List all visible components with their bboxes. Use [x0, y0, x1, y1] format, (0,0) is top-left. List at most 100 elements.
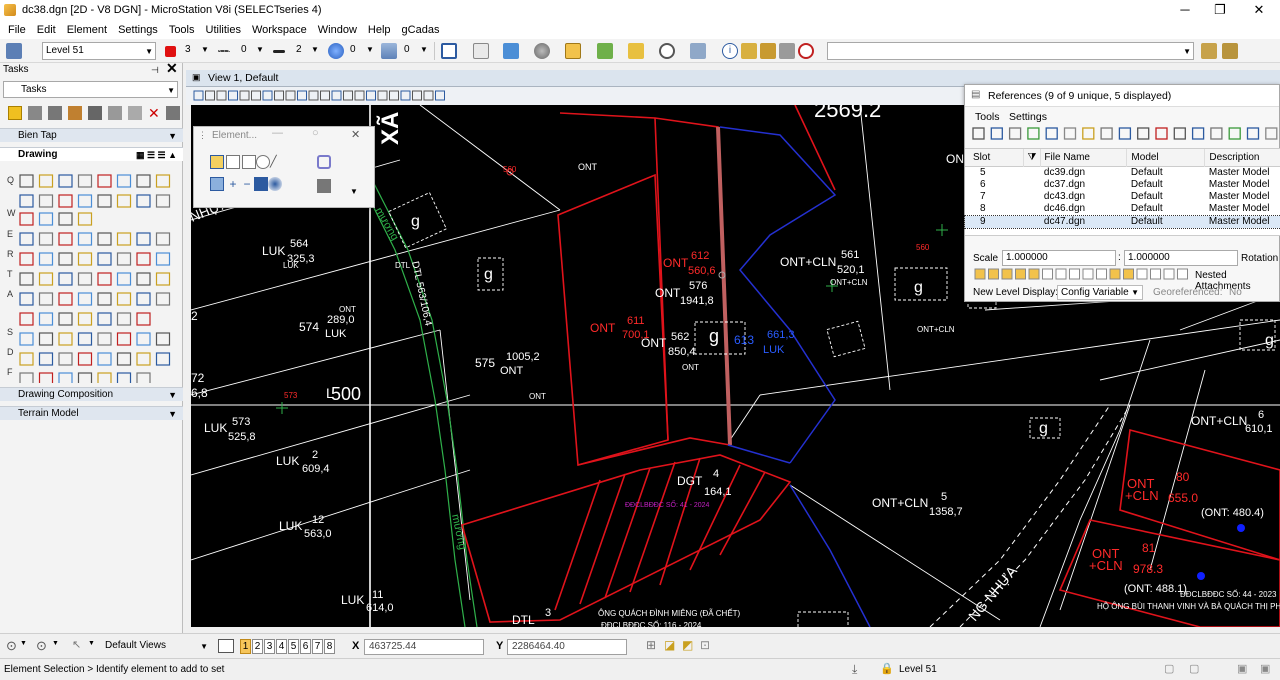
reference-tool-icon[interactable] — [1265, 127, 1278, 140]
drawing-tool-icon[interactable] — [58, 352, 73, 366]
minimize-icon[interactable]: — — [272, 127, 283, 139]
drawing-tool-icon[interactable] — [97, 352, 112, 366]
drawing-tool-icon[interactable] — [58, 312, 73, 326]
display-flag-icon[interactable] — [974, 268, 986, 280]
drawing-tool-icon[interactable] — [58, 174, 73, 188]
view-control-icon[interactable] — [274, 90, 284, 101]
element-selection-tool[interactable] — [8, 106, 22, 120]
view-control-icon[interactable] — [239, 90, 250, 101]
drawing-tool-icon[interactable] — [38, 212, 54, 226]
display-flag-icon[interactable] — [1163, 268, 1175, 280]
menu-window[interactable]: Window — [318, 24, 357, 36]
fence-tool[interactable] — [210, 177, 224, 191]
drawing-tool-icon[interactable] — [38, 232, 54, 246]
measure-icon[interactable] — [690, 43, 706, 59]
drawing-tool-icon[interactable] — [77, 372, 93, 383]
reference-tool-icon[interactable] — [1137, 127, 1150, 140]
reference-tool-icon[interactable] — [1191, 127, 1205, 140]
status-icon-a[interactable]: ▢ — [1164, 662, 1174, 675]
section-drawing[interactable]: Drawing ▦ ☰ ☰ ▲ — [0, 147, 183, 161]
zoom-icon[interactable] — [659, 43, 675, 59]
reference-tool-icon[interactable] — [1100, 127, 1113, 140]
view-groups-icon[interactable] — [218, 639, 234, 653]
menu-help[interactable]: Help — [368, 24, 391, 36]
view-control-icon[interactable] — [331, 90, 342, 101]
drawing-tool-icon[interactable] — [19, 212, 34, 226]
y-coordinate-field[interactable]: 2286464.40 — [507, 639, 627, 655]
drawing-tool-icon[interactable] — [19, 174, 34, 188]
stop-tool[interactable] — [317, 155, 331, 169]
drawing-tool-icon[interactable] — [136, 292, 151, 306]
drawing-tool-icon[interactable] — [77, 212, 93, 226]
menu-edit[interactable]: Edit — [37, 24, 56, 36]
chevron-down-icon[interactable]: ▼ — [311, 45, 319, 54]
x-coordinate-field[interactable]: 463725.44 — [364, 639, 484, 655]
display-flag-icon[interactable] — [1150, 268, 1161, 280]
view-control-icon[interactable] — [412, 90, 422, 101]
drawing-tool-icon[interactable] — [116, 372, 132, 383]
drawing-tool-icon[interactable] — [58, 232, 73, 246]
reference-tool-icon[interactable] — [990, 127, 1003, 140]
status-icon-c[interactable]: ▣ — [1237, 662, 1247, 675]
pointer-tool[interactable] — [317, 179, 331, 193]
drawing-tool-icon[interactable] — [136, 252, 151, 266]
view-control-icon[interactable] — [400, 90, 411, 101]
view-control-icon[interactable] — [320, 90, 330, 101]
tool-icon-c[interactable] — [779, 43, 795, 59]
drawing-tool-icon[interactable] — [97, 292, 112, 306]
menu-file[interactable]: File — [8, 24, 26, 36]
info-icon[interactable]: i — [722, 43, 738, 59]
tool-2[interactable] — [48, 106, 62, 120]
chevron-down-icon[interactable]: ▼ — [52, 640, 59, 647]
drawing-tool-icon[interactable] — [116, 312, 132, 326]
drawing-tool-icon[interactable] — [38, 332, 54, 346]
tool-icon-b[interactable] — [760, 43, 776, 59]
snap-status-icon[interactable]: ⤓ — [852, 662, 857, 677]
reference-tool-icon[interactable] — [1008, 127, 1022, 140]
status-icon-b[interactable]: ▢ — [1189, 662, 1199, 675]
tool-4[interactable] — [88, 106, 102, 120]
lock-toggle-icon[interactable]: ⊡ — [700, 638, 710, 652]
drawing-tool-icon[interactable] — [97, 312, 112, 326]
drawing-tool-icon[interactable] — [136, 372, 151, 383]
drawing-tool-icon[interactable] — [38, 352, 54, 366]
rectangle-tool[interactable] — [226, 155, 240, 169]
level-dropdown[interactable]: Level 51 ▼ — [42, 42, 156, 60]
view-control-icon[interactable] — [389, 90, 399, 101]
view-control-icon[interactable] — [262, 90, 273, 101]
view-control-icon[interactable] — [354, 90, 365, 101]
tool-7[interactable] — [166, 106, 180, 120]
view-control-icon[interactable] — [193, 90, 204, 101]
display-flag-icon[interactable] — [1109, 268, 1121, 280]
drawing-tool-icon[interactable] — [58, 212, 73, 226]
minimize-button[interactable]: ─ — [1166, 0, 1204, 20]
drawing-tool-icon[interactable] — [77, 352, 93, 366]
view-8-button[interactable]: 8 — [324, 639, 335, 654]
accudraw-icon[interactable]: ⊞ — [646, 638, 656, 652]
drawing-tool-icon[interactable] — [97, 232, 112, 246]
drawing-tool-icon[interactable] — [116, 174, 132, 188]
view-1-button[interactable]: 1 — [240, 639, 251, 654]
chevron-down-icon[interactable]: ▼ — [366, 45, 374, 54]
drawing-tool-icon[interactable] — [19, 352, 34, 366]
drawing-tool-icon[interactable] — [97, 272, 112, 286]
view-control-icon[interactable] — [377, 90, 388, 101]
invert-tool[interactable] — [254, 177, 268, 191]
drawing-tool-icon[interactable] — [19, 252, 34, 266]
clear-tool[interactable] — [268, 177, 282, 191]
reference-tool-icon[interactable] — [1210, 127, 1223, 140]
view-4-button[interactable]: 4 — [276, 639, 287, 654]
line-tool[interactable]: ╱ — [270, 155, 284, 169]
reference-tool-icon[interactable] — [1045, 127, 1058, 140]
view-control-icon[interactable] — [205, 90, 215, 101]
maximize-button[interactable]: ❐ — [1201, 0, 1239, 20]
levels-icon[interactable] — [628, 43, 644, 59]
view-control-icon[interactable] — [251, 90, 261, 101]
menu-tools[interactable]: Tools — [169, 24, 195, 36]
column-slot[interactable]: Slot — [965, 149, 1024, 166]
tasks-dropdown[interactable]: Tasks ▼ — [3, 81, 178, 98]
section-bien-tap[interactable]: Bien Tap ▼ — [0, 128, 183, 142]
close-icon[interactable]: ✕ — [166, 61, 178, 75]
drawing-tool-icon[interactable] — [77, 272, 93, 286]
drawing-tool-icon[interactable] — [38, 174, 54, 188]
